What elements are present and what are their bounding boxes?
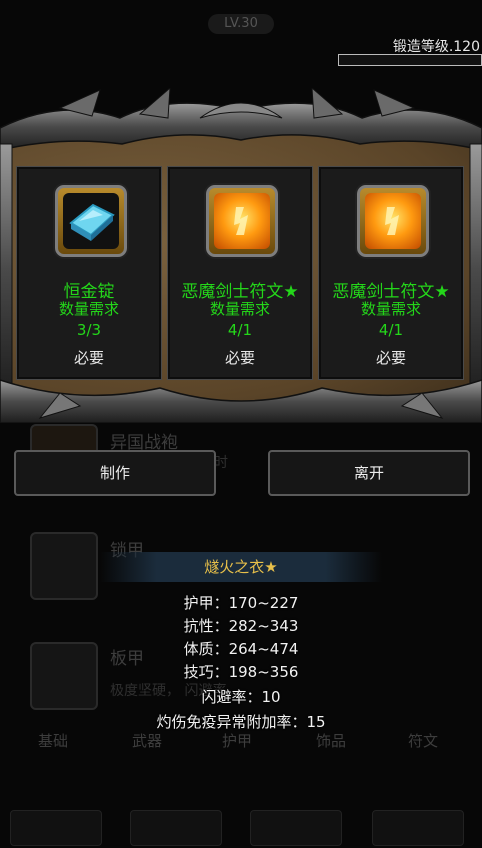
quantity-count: 3/3 (76, 321, 102, 339)
material-card[interactable]: 恒金锭 数量需求 3/3 必要 (16, 166, 162, 380)
bottom-button-bar (0, 800, 482, 848)
bottom-button (130, 810, 222, 846)
quantity-count: 4/1 (227, 321, 253, 339)
material-card[interactable]: 恶魔剑士符文★ 数量需求 4/1 必要 (167, 166, 313, 380)
stat-armor: 护甲：170~227 (183, 594, 299, 612)
material-slot (55, 185, 127, 257)
material-slot (357, 185, 429, 257)
quantity-label: 数量需求 (360, 300, 421, 318)
quantity-count: 4/1 (378, 321, 404, 339)
bottom-button (250, 810, 342, 846)
tab-basic: 基础 (38, 732, 69, 750)
required-label: 必要 (224, 349, 255, 367)
stat-dodge: 闪避率：10 (201, 688, 281, 706)
material-list: 恒金锭 数量需求 3/3 必要 恶魔剑士符文★ 数量需求 4/1 必要 恶魔剑士… (0, 166, 482, 382)
tab-weapon: 武器 (132, 732, 163, 750)
leave-button[interactable]: 离开 (268, 450, 470, 496)
level-badge: LV.30 (208, 14, 274, 34)
rune-icon (214, 193, 270, 249)
bottom-button (372, 810, 464, 846)
stat-skill: 技巧：198~356 (183, 663, 299, 681)
tab-accessory: 饰品 (316, 732, 347, 750)
stat-resistance: 抗性：282~343 (183, 617, 299, 635)
required-label: 必要 (73, 349, 104, 367)
forge-level-label: 锻造等级.120 (392, 39, 480, 55)
quantity-label: 数量需求 (209, 300, 270, 318)
tab-armor: 护甲 (222, 732, 253, 750)
quantity-label: 数量需求 (58, 300, 119, 318)
forge-progress-bar (338, 54, 482, 66)
stat-constitution: 体质：264~474 (183, 640, 299, 658)
required-label: 必要 (375, 349, 406, 367)
ingot-icon (63, 193, 119, 249)
bottom-button (10, 810, 102, 846)
material-card[interactable]: 恶魔剑士符文★ 数量需求 4/1 必要 (318, 166, 464, 380)
tab-rune: 符文 (408, 732, 439, 750)
stat-burn-immunity: 灼伤免疫异常附加率：15 (156, 713, 326, 731)
rune-icon (365, 193, 421, 249)
craft-button[interactable]: 制作 (14, 450, 216, 496)
tooltip-title: 燧火之衣★ (204, 558, 278, 576)
material-slot (206, 185, 278, 257)
